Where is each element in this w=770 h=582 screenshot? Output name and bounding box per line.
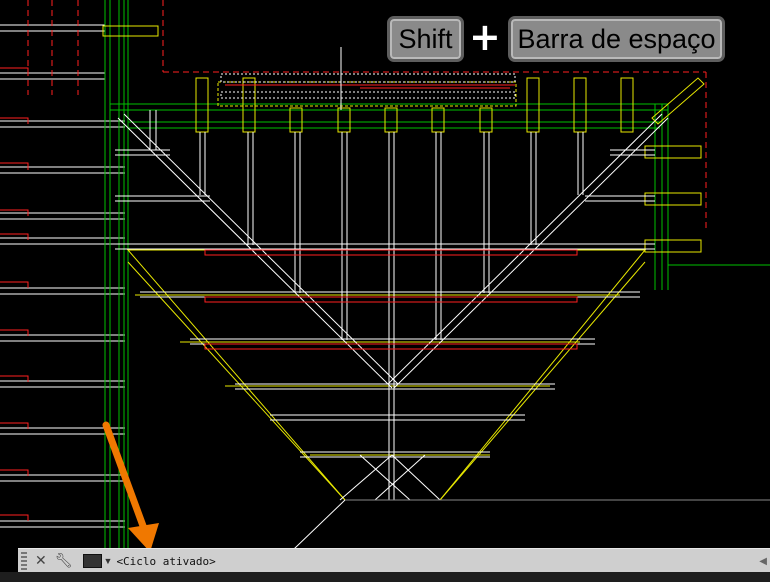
cad-drawing-canvas[interactable] <box>0 0 770 582</box>
status-strip <box>0 572 770 582</box>
shift-key-label: Shift <box>398 23 453 54</box>
wrench-icon[interactable]: 🔧︎ <box>55 553 73 569</box>
chevron-down-icon[interactable]: ▼ <box>104 556 113 566</box>
shift-key-badge: Shift <box>387 16 464 62</box>
spacebar-key-label: Barra de espaço <box>517 23 716 54</box>
spacebar-key-badge: Barra de espaço <box>508 16 725 62</box>
drag-grip-handle[interactable] <box>21 552 27 570</box>
plus-sign: + <box>469 15 501 59</box>
command-line-text[interactable]: <Ciclo ativado> <box>116 555 215 568</box>
chevron-right-icon[interactable]: ◀ <box>759 556 767 567</box>
command-line-bar[interactable]: ✕ 🔧︎ ▼ <Ciclo ativado> ◀ <box>18 548 770 573</box>
close-icon[interactable]: ✕ <box>35 553 47 569</box>
terminal-icon[interactable] <box>82 554 102 568</box>
